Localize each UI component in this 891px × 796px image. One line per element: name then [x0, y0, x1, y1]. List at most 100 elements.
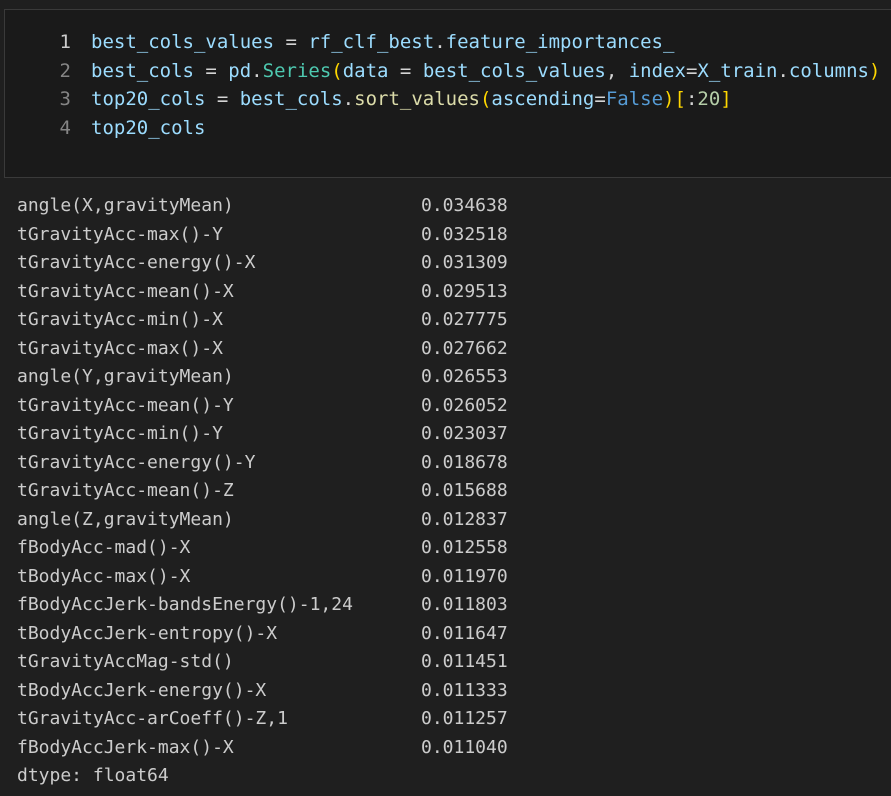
output-row: tGravityAcc-max()-Y 0.032518 — [17, 221, 877, 250]
feature-name: tGravityAcc-energy()-Y — [17, 451, 256, 473]
code-token: best_cols_values — [91, 31, 275, 53]
feature-name: tBodyAccJerk-energy()-X — [17, 679, 267, 701]
code-token: = — [388, 59, 423, 82]
code-token: [ — [674, 88, 686, 110]
output-row: angle(Z,gravityMean) 0.012837 — [17, 506, 877, 535]
line-number: 3 — [59, 88, 71, 110]
code-token: , — [605, 59, 629, 82]
code-text[interactable]: best_cols_values = rf_clf_best.feature_i… — [91, 28, 674, 56]
output-row: tGravityAcc-mean()-Y 0.026052 — [17, 392, 877, 421]
feature-name: tGravityAcc-mean()-Z — [17, 480, 234, 501]
output-row: angle(Y,gravityMean) 0.026553 — [17, 363, 877, 392]
feature-name: tGravityAcc-min()-X — [17, 309, 223, 330]
code-token: = — [274, 31, 309, 53]
feature-importance-value: 0.011333 — [421, 679, 508, 701]
dtype-label: dtype: float64 — [17, 765, 169, 786]
output-row: tGravityAcc-max()-X 0.027662 — [17, 335, 877, 364]
code-token: . — [434, 31, 446, 53]
code-token: ] — [720, 88, 732, 110]
feature-importance-value: 0.034638 — [421, 195, 508, 216]
output-row: fBodyAcc-mad()-X 0.012558 — [17, 534, 877, 563]
code-token: Series — [262, 59, 332, 82]
feature-name: tBodyAcc-max()-X — [17, 565, 191, 587]
output-row: tBodyAccJerk-entropy()-X 0.011647 — [17, 620, 877, 649]
code-token: . — [342, 88, 355, 110]
output-row: tGravityAcc-mean()-X 0.029513 — [17, 278, 877, 307]
feature-importance-value: 0.011451 — [421, 651, 508, 672]
code-token: sort_values — [354, 88, 480, 110]
code-token: rf_clf_best — [308, 31, 435, 53]
code-token: ( — [479, 88, 492, 110]
feature-importance-value: 0.031309 — [421, 252, 508, 273]
code-token: 20 — [697, 88, 721, 110]
code-text[interactable]: best_cols = pd.Series(data = best_cols_v… — [91, 57, 880, 85]
code-token: best_cols — [239, 88, 343, 110]
feature-importance-value: 0.011040 — [421, 736, 508, 758]
code-token: = — [205, 88, 240, 110]
feature-name: tGravityAcc-energy()-X — [17, 252, 256, 273]
code-token: best_cols_values — [422, 59, 606, 82]
code-token: . — [251, 59, 263, 82]
output-row: tGravityAcc-energy()-X 0.031309 — [17, 249, 877, 278]
feature-name: tGravityAccMag-std() — [17, 651, 234, 672]
code-token: ascending — [491, 88, 595, 110]
code-token: = — [193, 59, 229, 82]
feature-name: angle(X,gravityMean) — [17, 195, 234, 216]
feature-name: tGravityAcc-mean()-Y — [17, 394, 234, 416]
feature-importance-value: 0.011647 — [421, 622, 508, 644]
feature-name: fBodyAccJerk-bandsEnergy()-1,24 — [17, 594, 353, 615]
feature-importance-value: 0.012558 — [421, 537, 508, 558]
code-token: ) — [869, 59, 881, 82]
feature-importance-value: 0.026553 — [421, 366, 508, 387]
feature-name: angle(Y,gravityMean) — [17, 366, 234, 387]
cell-output: angle(X,gravityMean) 0.034638 tGravityAcc-… — [17, 192, 877, 791]
line-number: 1 — [59, 31, 71, 53]
code-token: ( — [331, 59, 343, 82]
code-token: columns — [788, 59, 869, 82]
code-text[interactable]: top20_cols = best_cols.sort_values(ascen… — [91, 85, 732, 113]
feature-importance-value: 0.023037 — [421, 423, 508, 444]
code-token: best_cols — [91, 59, 194, 82]
feature-importance-value: 0.029513 — [421, 280, 508, 302]
feature-importance-value: 0.018678 — [421, 451, 508, 473]
feature-name: angle(Z,gravityMean) — [17, 508, 234, 530]
code-token: index — [628, 59, 686, 82]
code-token: feature_importances_ — [445, 31, 675, 53]
code-text[interactable]: top20_cols — [91, 114, 205, 142]
output-row: tGravityAcc-min()-Y 0.023037 — [17, 420, 877, 449]
code-token: X_train — [697, 59, 778, 82]
code-token: = — [685, 59, 698, 82]
feature-importance-value: 0.015688 — [421, 480, 508, 501]
line-number: 4 — [59, 116, 71, 139]
code-cell[interactable]: 1 best_cols_values = rf_clf_best.feature_… — [4, 9, 891, 178]
feature-importance-value: 0.027775 — [421, 309, 508, 330]
code-token: = — [594, 88, 606, 110]
feature-importance-value: 0.027662 — [421, 337, 508, 359]
feature-name: tGravityAcc-arCoeff()-Z,1 — [17, 708, 288, 729]
feature-importance-value: 0.012837 — [421, 508, 508, 530]
code-token: top20_cols — [91, 116, 206, 139]
feature-name: tBodyAccJerk-entropy()-X — [17, 622, 278, 644]
code-token: data — [342, 59, 389, 82]
feature-name: tGravityAcc-mean()-X — [17, 280, 234, 302]
output-row: tGravityAcc-energy()-Y 0.018678 — [17, 449, 877, 478]
feature-name: tGravityAcc-min()-Y — [17, 423, 223, 444]
feature-name: fBodyAccJerk-max()-X — [17, 736, 234, 758]
feature-importance-value: 0.032518 — [421, 223, 508, 245]
code-token: top20_cols — [91, 88, 206, 110]
feature-importance-value: 0.011970 — [421, 565, 508, 587]
output-row: tGravityAcc-mean()-Z 0.015688 — [17, 477, 877, 506]
feature-importance-value: 0.011803 — [421, 594, 508, 615]
line-number: 2 — [59, 59, 71, 82]
output-row: tGravityAcc-arCoeff()-Z,1 0.011257 — [17, 705, 877, 734]
output-row: tGravityAccMag-std() 0.011451 — [17, 648, 877, 677]
code-token: ) — [663, 88, 675, 110]
output-row: tGravityAcc-min()-X 0.027775 — [17, 306, 877, 335]
feature-importance-value: 0.011257 — [421, 708, 508, 729]
feature-importance-value: 0.026052 — [421, 394, 508, 416]
output-row: fBodyAccJerk-max()-X 0.011040 — [17, 734, 877, 763]
code-token: . — [777, 59, 789, 82]
code-token: False — [605, 88, 664, 110]
code-token: pd — [228, 59, 252, 82]
feature-name: tGravityAcc-max()-X — [17, 337, 223, 359]
